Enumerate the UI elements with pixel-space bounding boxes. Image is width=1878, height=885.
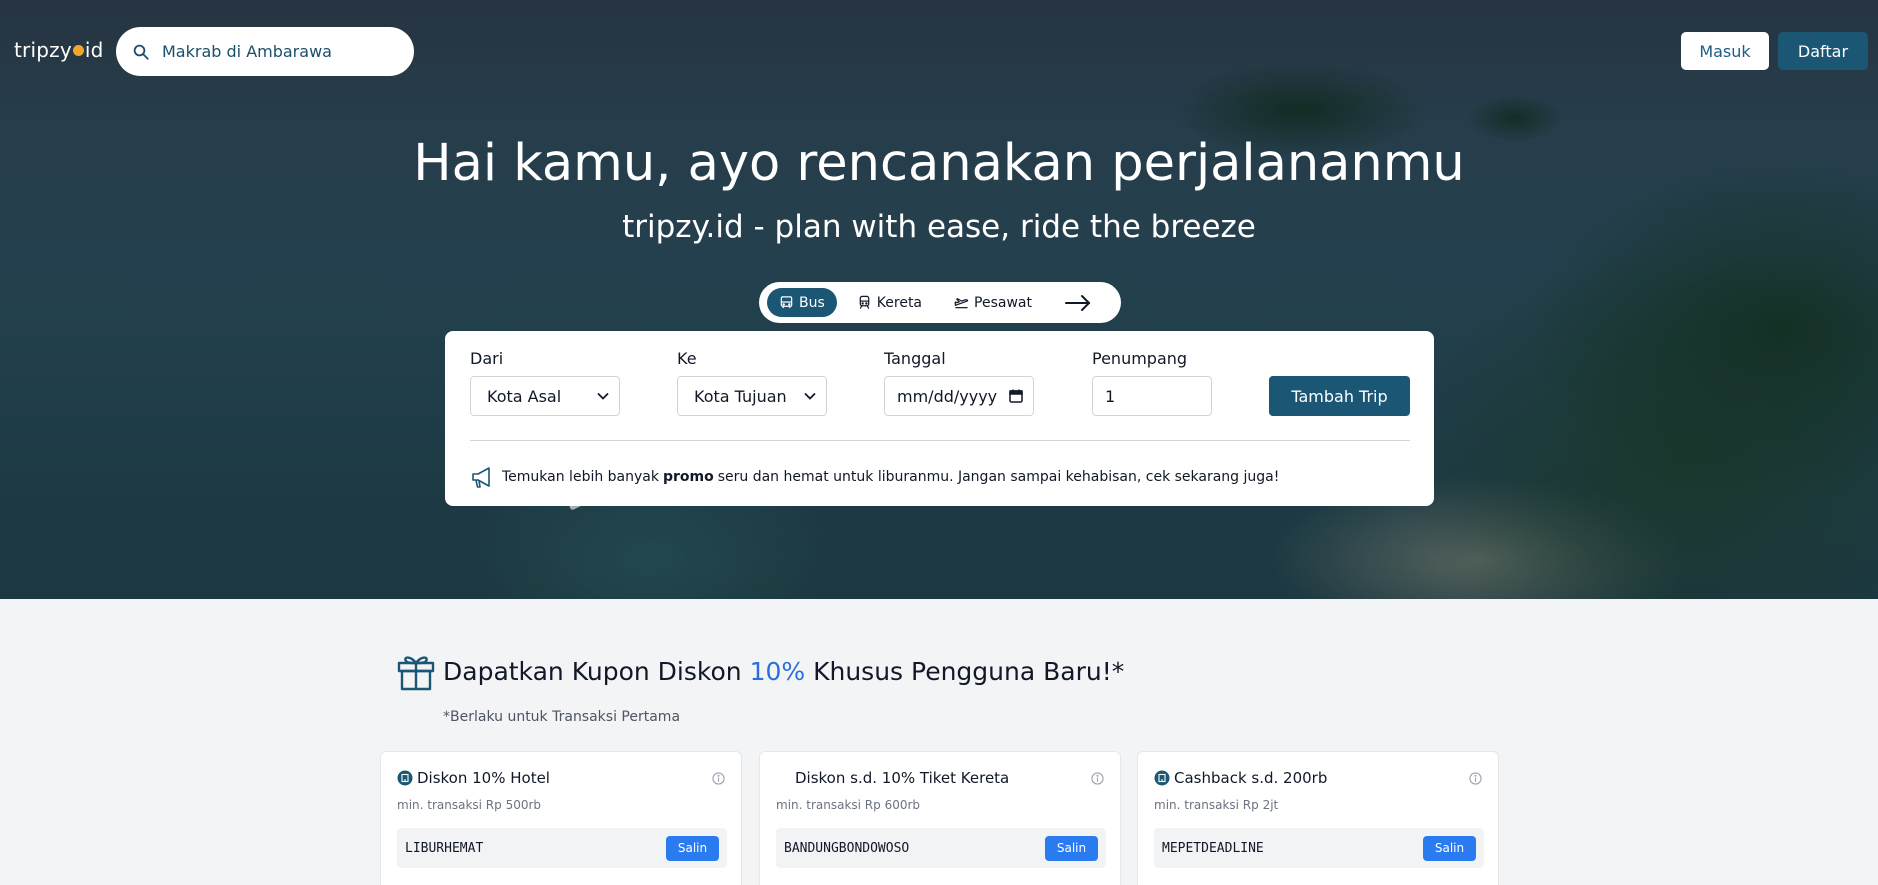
passenger-input[interactable]: 1: [1092, 376, 1212, 416]
info-icon[interactable]: [1091, 772, 1104, 785]
coupon-card: Cashback s.d. 200rb min. transaksi Rp 2j…: [1137, 751, 1499, 885]
coupon-min-transaction: min. transaksi Rp 600rb: [776, 798, 921, 812]
divider: [470, 440, 1410, 441]
hero-title: Hai kamu, ayo rencanakan perjalananmu: [413, 134, 1465, 193]
coupon-note: *Berlaku untuk Transaksi Pertama: [443, 709, 681, 725]
passenger-value: 1: [1105, 386, 1116, 406]
trip-search-card: Dari Kota Asal Ke Kota Tujuan Tanggal mm…: [445, 331, 1434, 506]
from-value: Kota Asal: [487, 386, 562, 406]
coupon-title: Dapatkan Kupon Diskon 10% Khusus Penggun…: [443, 656, 1125, 686]
promo-text-before: Temukan lebih banyak: [502, 469, 659, 485]
tab-kereta[interactable]: Kereta: [845, 288, 934, 317]
coupon-code: MEPETDEADLINE: [1162, 840, 1264, 856]
to-value: Kota Tujuan: [694, 386, 787, 406]
plane-icon: [954, 298, 969, 309]
coupon-code: BANDUNGBONDOWOSO: [784, 840, 910, 856]
megaphone-icon: [472, 467, 490, 488]
copy-code-button[interactable]: Salin: [1423, 835, 1476, 861]
info-icon[interactable]: [1469, 772, 1482, 785]
hotel-icon: [397, 770, 413, 786]
add-trip-button[interactable]: Tambah Trip: [1269, 376, 1410, 416]
hero-subtitle: tripzy.id - plan with ease, ride the bre…: [622, 209, 1256, 245]
from-label: Dari: [470, 349, 504, 368]
tab-kereta-label: Kereta: [876, 294, 923, 311]
info-icon[interactable]: [712, 772, 725, 785]
coupon-code-bar: MEPETDEADLINE Salin: [1154, 828, 1484, 868]
to-select[interactable]: Kota Tujuan: [677, 376, 827, 416]
search-icon: [133, 44, 149, 60]
promo-text-after: seru dan hemat untuk liburanmu. Jangan s…: [717, 469, 1280, 485]
coupon-card: Diskon 10% Hotel min. transaksi Rp 500rb…: [380, 751, 742, 885]
train-icon: [859, 295, 870, 309]
passenger-label: Penumpang: [1092, 349, 1188, 368]
tab-pesawat-label: Pesawat: [974, 294, 1032, 311]
logo-dot: [72, 45, 84, 56]
from-select[interactable]: Kota Asal: [470, 376, 620, 416]
date-placeholder: mm/dd/yyyy: [897, 386, 998, 406]
coupon-code-bar: BANDUNGBONDOWOSO Salin: [776, 828, 1106, 868]
date-label: Tanggal: [884, 349, 946, 368]
copy-code-button[interactable]: Salin: [666, 835, 719, 861]
coupon-code-bar: LIBURHEMAT Salin: [397, 828, 727, 868]
hotel-icon: [1154, 770, 1170, 786]
coupon-min-transaction: min. transaksi Rp 2jt: [1154, 798, 1279, 812]
tab-bus-label: Bus: [799, 294, 825, 311]
tab-bus[interactable]: Bus: [767, 288, 837, 317]
arrow-right-icon[interactable]: [1064, 293, 1092, 313]
register-button[interactable]: Daftar: [1778, 32, 1868, 70]
promo-link[interactable]: promo: [663, 469, 714, 485]
coupon-title-accent: 10%: [749, 656, 806, 686]
login-button[interactable]: Masuk: [1681, 32, 1769, 70]
gift-icon: [397, 656, 435, 691]
coupon-card-title: Diskon s.d. 10% Tiket Kereta: [795, 769, 1010, 787]
chevron-down-icon: [597, 392, 609, 400]
coupon-card: Diskon s.d. 10% Tiket Kereta min. transa…: [759, 751, 1121, 885]
coupon-card-title: Diskon 10% Hotel: [397, 769, 550, 787]
to-label: Ke: [677, 349, 697, 368]
coupon-min-transaction: min. transaksi Rp 500rb: [397, 798, 542, 812]
promo-banner: Temukan lebih banyak promo seru dan hema…: [470, 465, 1279, 489]
search-input[interactable]: Makrab di Ambarawa: [116, 27, 414, 76]
logo[interactable]: tripzy id: [14, 38, 104, 62]
coupon-code: LIBURHEMAT: [405, 840, 484, 856]
search-value: Makrab di Ambarawa: [162, 42, 332, 61]
transport-mode-tabs: Bus Kereta Pesawat: [759, 282, 1121, 323]
chevron-down-icon: [804, 392, 816, 400]
date-input[interactable]: mm/dd/yyyy: [884, 376, 1034, 416]
coupon-heading: Dapatkan Kupon Diskon 10% Khusus Penggun…: [395, 650, 1124, 692]
bus-icon: [780, 296, 793, 309]
copy-code-button[interactable]: Salin: [1045, 835, 1098, 861]
calendar-icon[interactable]: [1009, 389, 1023, 403]
tab-pesawat[interactable]: Pesawat: [942, 288, 1044, 317]
coupon-card-title: Cashback s.d. 200rb: [1154, 769, 1327, 787]
